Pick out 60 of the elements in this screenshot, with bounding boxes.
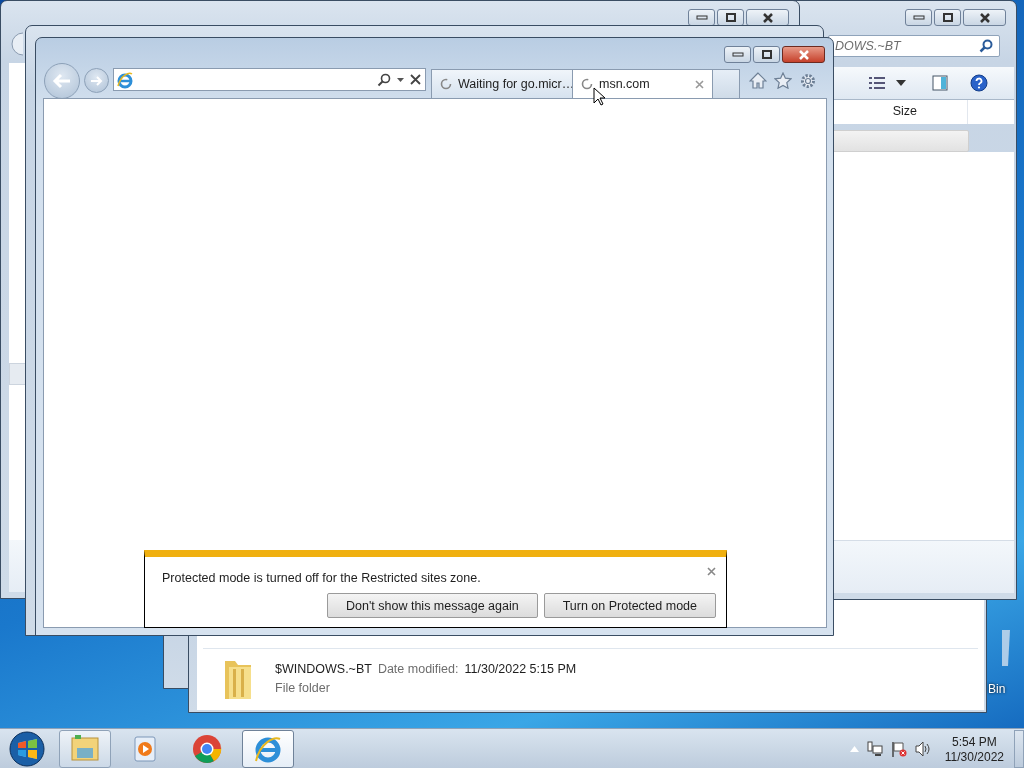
- search-icon[interactable]: [377, 72, 391, 87]
- notification-message: Protected mode is turned off for the Restricted sites zone.: [162, 571, 481, 585]
- settings-icon[interactable]: [799, 72, 817, 90]
- show-desktop-button[interactable]: [1014, 730, 1024, 768]
- taskbar-button[interactable]: [242, 730, 294, 768]
- back-button[interactable]: [44, 63, 80, 99]
- date-label: Date modified:: [377, 661, 459, 676]
- minimize-icon: [731, 52, 744, 57]
- browser-logo-icon: [116, 70, 134, 89]
- close-icon: [762, 12, 773, 23]
- date-value: 11/30/2022 5:15 PM: [464, 661, 577, 676]
- minimize-icon: [695, 15, 708, 20]
- close-button[interactable]: [963, 9, 1006, 26]
- close-icon: [979, 12, 990, 23]
- file-name: $WINDOWS.~BT: [275, 661, 372, 676]
- taskbar-button[interactable]: [59, 730, 111, 768]
- star-icon[interactable]: [774, 72, 792, 89]
- caret-icon[interactable]: [896, 80, 906, 86]
- notification-button[interactable]: Turn on Protected mode: [543, 593, 716, 618]
- search-field[interactable]: DOWS.~BT: [828, 35, 1000, 57]
- minimize-icon: [912, 15, 925, 20]
- back-button-icon[interactable]: [10, 32, 23, 56]
- minimize-button[interactable]: [724, 46, 751, 63]
- close-button[interactable]: [782, 46, 825, 63]
- stop-icon[interactable]: [410, 74, 421, 85]
- caret-icon[interactable]: [397, 77, 404, 82]
- maximize-icon: [942, 13, 953, 22]
- right-arrow-icon: [89, 74, 104, 87]
- notification-button[interactable]: Don't show this message again: [327, 593, 538, 618]
- speaker-icon[interactable]: [914, 741, 931, 757]
- new-tab-button[interactable]: [713, 69, 740, 98]
- clock[interactable]: 5:54 PM 11/30/2022: [938, 734, 1010, 764]
- loading-spinner-icon: [581, 78, 593, 90]
- tab-title: msn.com: [599, 77, 651, 91]
- file-type: File folder: [275, 680, 331, 695]
- chrome-icon: [191, 733, 223, 765]
- help-icon[interactable]: [970, 74, 988, 92]
- maximize-icon: [761, 50, 772, 59]
- left-arrow-icon: [52, 73, 72, 89]
- desktop-icon-label[interactable]: Bin: [988, 682, 1006, 696]
- browser-tab[interactable]: msn.com: [572, 69, 713, 98]
- search-placeholder: DOWS.~BT: [835, 39, 901, 53]
- close-tab-icon[interactable]: [695, 79, 704, 89]
- list-view-icon[interactable]: [868, 76, 886, 90]
- tab-title: Waiting for go.micr…: [458, 77, 575, 91]
- flag-icon[interactable]: [890, 741, 907, 757]
- browser-tab[interactable]: Waiting for go.micr…: [431, 69, 573, 98]
- network-icon[interactable]: [866, 741, 883, 757]
- maximize-icon: [725, 13, 736, 22]
- close-icon[interactable]: [707, 567, 716, 576]
- minimize-button[interactable]: [905, 9, 932, 26]
- maximize-button[interactable]: [753, 46, 780, 63]
- preview-pane-icon[interactable]: [932, 75, 948, 91]
- loading-spinner-icon: [440, 78, 452, 90]
- maximize-button[interactable]: [934, 9, 961, 26]
- search-icon: [979, 39, 993, 53]
- home-icon[interactable]: [749, 72, 767, 89]
- start-button-icon[interactable]: [9, 731, 45, 767]
- close-icon: [798, 49, 809, 60]
- forward-button[interactable]: [84, 68, 109, 93]
